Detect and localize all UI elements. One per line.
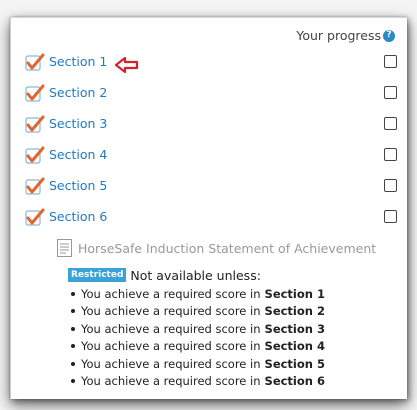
section-row: Section 1 [11,53,407,74]
condition-prefix: You achieve a required score in [81,374,261,389]
section-row: Section 6 [11,208,407,228]
section-link[interactable]: Section 2 [49,85,107,100]
progress-header: Your progress ? [296,28,395,43]
condition-prefix: You achieve a required score in [81,304,261,319]
condition-prefix: You achieve a required score in [81,339,261,354]
condition-prefix: You achieve a required score in [81,356,261,371]
completion-checkbox[interactable] [384,210,397,223]
section-row: Section 5 [11,177,407,197]
restriction-info: Restricted Not available unless: You ach… [68,267,398,390]
arrow-left-icon [114,56,139,74]
bullet-icon [71,291,75,296]
certificate-label: HorseSafe Induction Statement of Achieve… [78,240,377,256]
checkbox-checked-icon [25,84,45,102]
condition-target: Section 1 [264,286,325,301]
bullet-icon [71,326,75,331]
restriction-text: Not available unless: [130,267,261,283]
checkbox-checked-icon [25,208,45,226]
condition-prefix: You achieve a required score in [81,286,261,301]
section-row: Section 2 [11,84,407,104]
bullet-icon [71,309,75,314]
progress-label: Your progress [296,28,381,43]
course-activity-panel: Your progress ? Section 1 Section 2 Sect… [10,17,407,399]
condition-target: Section 4 [264,339,325,354]
restriction-header: Restricted Not available unless: [68,267,398,283]
completion-checkbox[interactable] [384,55,397,68]
checkbox-checked-icon [25,146,45,164]
document-icon [57,239,72,257]
condition-target: Section 2 [264,304,325,319]
section-link[interactable]: Section 5 [49,178,107,193]
completion-checkbox[interactable] [384,117,397,130]
bullet-icon [71,379,75,384]
condition-item: You achieve a required score in Section … [68,338,398,356]
condition-prefix: You achieve a required score in [81,321,261,336]
condition-item: You achieve a required score in Section … [68,303,398,321]
bullet-icon [71,344,75,349]
section-link[interactable]: Section 6 [49,209,107,224]
checkbox-checked-icon [25,177,45,195]
condition-target: Section 6 [264,374,325,389]
bullet-icon [71,361,75,366]
completion-checkbox[interactable] [384,86,397,99]
condition-list: You achieve a required score in Section … [68,285,398,390]
checkbox-checked-icon [25,115,45,133]
condition-target: Section 3 [264,321,325,336]
completion-checkbox[interactable] [384,179,397,192]
section-row: Section 4 [11,146,407,166]
checkbox-checked-icon [25,53,45,71]
section-link[interactable]: Section 3 [49,116,107,131]
condition-item: You achieve a required score in Section … [68,355,398,373]
completion-checkbox[interactable] [384,148,397,161]
section-link[interactable]: Section 1 [49,54,107,69]
section-row: Section 3 [11,115,407,135]
condition-target: Section 5 [264,356,325,371]
section-link[interactable]: Section 4 [49,147,107,162]
condition-item: You achieve a required score in Section … [68,285,398,303]
help-icon[interactable]: ? [383,29,395,42]
condition-item: You achieve a required score in Section … [68,320,398,338]
condition-item: You achieve a required score in Section … [68,373,398,391]
restricted-badge: Restricted [68,268,127,282]
certificate-activity: HorseSafe Induction Statement of Achieve… [57,239,376,257]
